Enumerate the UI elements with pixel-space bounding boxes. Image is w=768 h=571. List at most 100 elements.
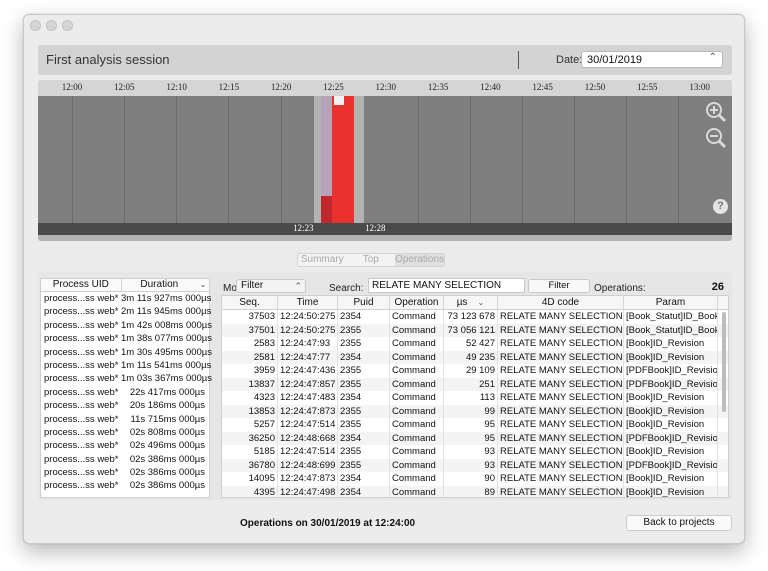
date-select[interactable]: 30/01/2019 ⌃ [581,51,723,68]
table-row[interactable]: process...ss web* 02s 386ms 000µs [41,453,209,466]
process-uid-cell: process...ss web* [44,293,119,304]
column-duration[interactable]: Duration [122,279,198,291]
column-seq[interactable]: Seq. [222,296,278,309]
table-row[interactable]: 3959 12:24:47:436 2355 Command 29 109 RELATE … [222,364,728,378]
duration-cell: 02s 496ms 000µs [129,440,205,452]
filter-button[interactable]: Filter [528,279,590,293]
duration-cell: 20s 186ms 000µs [129,400,205,412]
minimize-window-button[interactable] [46,20,57,31]
code-cell: RELATE MANY SELECTION [500,404,624,418]
table-row[interactable]: process...ss web* 02s 808ms 000µs [41,426,209,439]
operation-cell: Command [390,323,444,337]
param-cell: [Book]ID_Revision [624,337,718,351]
activity-gap [334,96,344,105]
table-row[interactable]: process...ss web* 22s 417ms 000µs [41,386,209,399]
code-cell: RELATE MANY SELECTION [500,377,624,391]
param-cell: [PDFBook]ID_Revision [626,458,718,472]
puid-cell: 2355 [338,418,390,432]
grid-line [72,96,73,223]
time-cell: 12:24:47:873 [278,472,338,486]
table-row[interactable]: 5257 12:24:47:514 2355 Command 95 RELATE MANY… [222,418,728,432]
puid-cell: 2354 [338,431,390,445]
table-row[interactable]: 37501 12:24:50:275 2355 Command 73 056 121 RE… [222,323,728,337]
duration-cell: 22s 417ms 000µs [129,386,205,398]
tab-summary[interactable]: Summary [298,254,347,266]
operation-cell: Command [390,431,444,445]
puid-cell: 2354 [338,391,390,405]
timeline-chart[interactable]: 12:00 12:05 12:10 12:15 12:20 12:25 12:30 12:35… [38,80,732,241]
operation-cell: Command [390,364,444,378]
puid-cell: 2355 [338,364,390,378]
column-microseconds[interactable]: µs ⌄ [444,296,498,309]
table-row[interactable]: process...ss web* 02s 496ms 000µs [41,439,209,452]
chevron-updown-icon: ⌃ [708,52,717,63]
table-row[interactable]: process...ss web* 1m 42s 008ms 000µs [41,319,212,332]
table-row[interactable]: process...ss web* 1m 38s 077ms 000µs [41,332,212,345]
table-row[interactable]: process...ss web* 1m 11s 541ms 000µs [41,359,211,372]
hour-tick-label: 12:25 [323,82,344,92]
column-operation[interactable]: Operation [390,296,444,309]
column-time[interactable]: Time [278,296,338,309]
tab-top[interactable]: Top [347,254,396,266]
table-row[interactable]: 5185 12:24:47:514 2355 Command 93 RELATE MANY… [222,445,728,459]
grid-line [418,96,419,223]
process-uid-cell: process...ss web* [44,333,119,345]
seq-cell: 3959 [222,364,278,378]
table-row[interactable]: process...ss web* 1m 30s 495ms 000µs [41,346,212,359]
search-input[interactable] [368,278,525,293]
column-process-uid[interactable]: Process UID [41,279,122,291]
table-row[interactable]: process...ss web* 20s 186ms 000µs [41,399,209,412]
table-row[interactable]: process...ss web* 02s 386ms 000µs [41,466,209,479]
table-row[interactable]: process...ss web* 11s 715ms 000µs [41,413,209,426]
close-window-button[interactable] [30,20,41,31]
back-to-projects-button[interactable]: Back to projects [626,515,732,531]
mode-select[interactable]: Filter ⌃ [236,279,306,293]
vertical-scrollbar[interactable] [722,312,726,412]
param-cell: [PDFBook]ID_Revision [626,364,718,378]
table-row[interactable]: 37503 12:24:50:275 2354 Command 73 123 678 RE… [222,310,728,324]
code-cell: RELATE MANY SELECTION [500,364,624,378]
table-row[interactable]: 4395 12:24:47:498 2354 Command 89 RELATE MANY… [222,485,728,497]
process-uid-cell: process...ss web* [44,373,119,385]
table-row[interactable]: 36780 12:24:48:699 2355 Command 93 RELATE MAN… [222,458,728,472]
tab-operations[interactable]: Operations [395,254,445,266]
operation-cell: Command [390,485,444,497]
seq-cell: 14095 [222,472,278,486]
seq-cell: 36250 [222,431,278,445]
table-row[interactable]: process...ss web* 3m 11s 927ms 000µs [41,292,211,305]
help-icon[interactable]: ? [713,199,728,214]
table-row[interactable]: 36250 12:24:48:668 2354 Command 95 RELATE MAN… [222,431,728,445]
grid-line [470,96,471,223]
operation-cell: Command [390,445,444,459]
process-uid-cell: process...ss web* [44,440,119,452]
zoom-window-button[interactable] [62,20,73,31]
table-row[interactable]: 4323 12:24:47:483 2354 Command 113 RELATE MAN… [222,391,728,405]
table-row[interactable]: 14095 12:24:47:873 2354 Command 90 RELATE MAN… [222,472,728,486]
zoom-out-icon[interactable] [705,127,727,149]
hour-tick-label: 12:05 [114,82,135,92]
puid-cell: 2354 [338,310,390,324]
hour-tick-label: 12:40 [480,82,501,92]
column-puid[interactable]: Puid [338,296,390,309]
search-label: Search: [329,283,364,294]
column-param[interactable]: Param [624,296,718,309]
code-cell: RELATE MANY SELECTION [500,350,624,364]
table-row[interactable]: 13853 12:24:47:873 2355 Command 99 RELATE MAN… [222,404,728,418]
table-row[interactable]: process...ss web* 1m 03s 367ms 000µs [41,372,212,385]
table-row[interactable]: 13837 12:24:47:857 2355 Command 251 RELATE MA… [222,377,728,391]
operation-cell: Command [390,337,444,351]
time-cell: 12:24:50:275 [278,323,338,337]
zoom-in-icon[interactable] [705,101,727,123]
table-row[interactable]: 2581 12:24:47:77 2354 Command 49 235 RELATE M… [222,350,728,364]
puid-cell: 2354 [338,485,390,497]
grid-line [124,96,125,223]
operations-label: Operations: [594,283,646,294]
table-row[interactable]: process...ss web* 2m 11s 945ms 000µs [41,305,211,318]
duration-cell: 02s 386ms 000µs [129,467,205,479]
table-row[interactable]: 2583 12:24:47:93 2355 Command 52 427 RELATE M… [222,337,728,351]
seq-cell: 2583 [222,337,278,351]
table-row[interactable]: process...ss web* 02s 386ms 000µs [41,479,209,492]
column-4d-code[interactable]: 4D code [498,296,624,309]
seq-cell: 5257 [222,418,278,432]
operation-cell: Command [390,404,444,418]
